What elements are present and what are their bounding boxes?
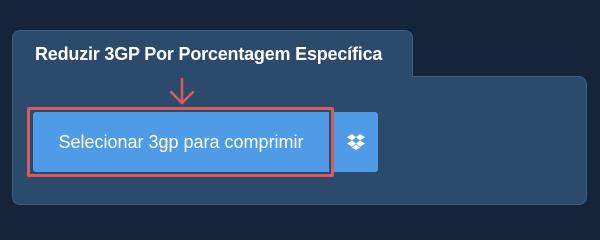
panel-title: Reduzir 3GP Por Porcentagem Específica (35, 44, 383, 64)
arrow-down-icon (169, 78, 195, 105)
dropbox-icon (346, 134, 365, 150)
highlight-box (27, 107, 334, 177)
panel-tab-join (13, 70, 412, 82)
dropbox-button[interactable] (333, 112, 378, 172)
